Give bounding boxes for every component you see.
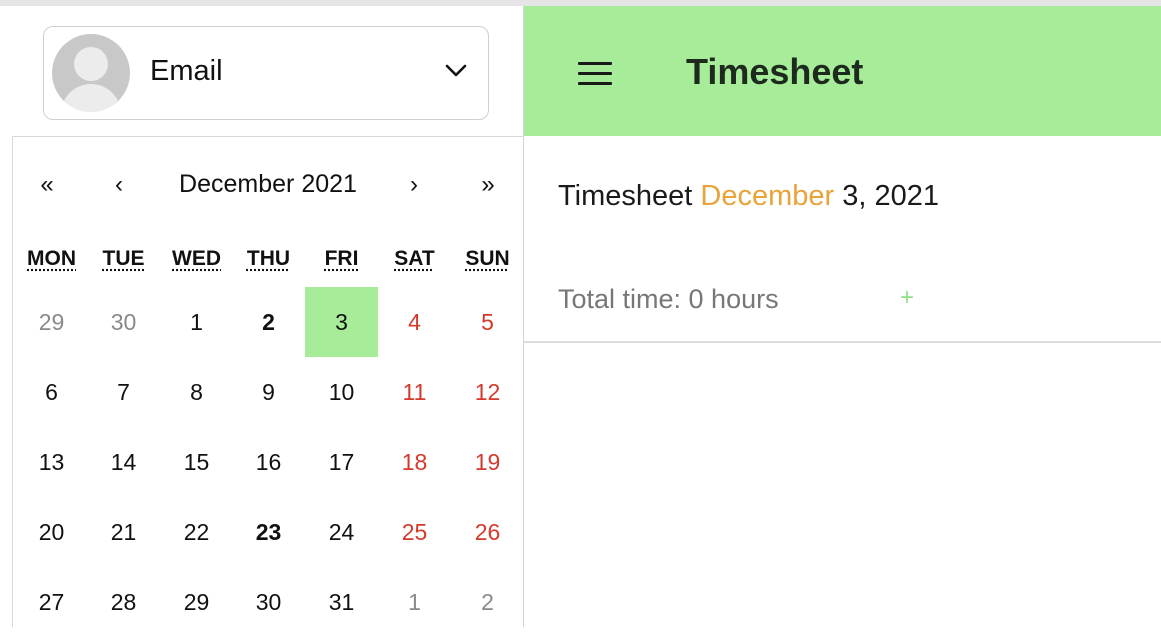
header-title: Timesheet bbox=[686, 51, 864, 92]
calendar-day-selected[interactable]: 3 bbox=[305, 287, 378, 357]
calendar-day[interactable]: 20 bbox=[15, 497, 88, 567]
content-title-rest: 3, 2021 bbox=[842, 180, 939, 212]
prev-year-button[interactable]: « bbox=[27, 171, 67, 199]
calendar-day[interactable]: 14 bbox=[87, 427, 160, 497]
calendar-day[interactable]: 26 bbox=[451, 497, 524, 567]
next-year-button[interactable]: » bbox=[468, 171, 508, 199]
calendar-day[interactable]: 16 bbox=[232, 427, 305, 497]
calendar-day[interactable]: 8 bbox=[160, 357, 233, 427]
weekday-label: FRI bbox=[324, 247, 359, 270]
calendar-day[interactable]: 4 bbox=[378, 287, 451, 357]
calendar-day[interactable]: 30 bbox=[87, 287, 160, 357]
calendar-day[interactable]: 15 bbox=[160, 427, 233, 497]
avatar-body bbox=[61, 84, 121, 112]
calendar-day[interactable]: 5 bbox=[451, 287, 524, 357]
calendar: « ‹ December 2021 › » MON TUE WED THU FRI SAT… bbox=[12, 137, 523, 627]
hamburger-icon[interactable] bbox=[578, 62, 612, 86]
avatar-head bbox=[74, 47, 108, 81]
weekday-thu: THU bbox=[232, 247, 305, 271]
weekday-label: SUN bbox=[465, 247, 510, 270]
total-time: Total time: 0 hours bbox=[558, 284, 779, 314]
calendar-day[interactable]: 23 bbox=[232, 497, 305, 567]
content-title-prefix: Timesheet bbox=[558, 180, 693, 212]
avatar bbox=[52, 34, 130, 112]
calendar-day[interactable]: 18 bbox=[378, 427, 451, 497]
calendar-day[interactable]: 12 bbox=[451, 357, 524, 427]
calendar-day[interactable]: 22 bbox=[160, 497, 233, 567]
calendar-day[interactable]: 9 bbox=[232, 357, 305, 427]
month-label[interactable]: December 2021 bbox=[143, 170, 393, 199]
calendar-day[interactable]: 29 bbox=[15, 287, 88, 357]
weekday-wed: WED bbox=[160, 247, 233, 271]
app-header: Timesheet bbox=[524, 6, 1161, 136]
calendar-day[interactable]: 21 bbox=[87, 497, 160, 567]
weekday-label: WED bbox=[172, 247, 221, 270]
calendar-day[interactable]: 13 bbox=[15, 427, 88, 497]
calendar-day[interactable]: 19 bbox=[451, 427, 524, 497]
calendar-day[interactable]: 17 bbox=[305, 427, 378, 497]
content-title-month: December bbox=[700, 180, 835, 212]
next-month-button[interactable]: › bbox=[394, 171, 434, 199]
account-label: Email bbox=[150, 55, 223, 87]
calendar-day[interactable]: 11 bbox=[378, 357, 451, 427]
weekday-label: THU bbox=[246, 247, 291, 270]
sidebar: Email « ‹ December 2021 › » MON TUE WED THU… bbox=[0, 6, 524, 627]
add-entry-button[interactable]: + bbox=[900, 284, 914, 312]
weekday-label: TUE bbox=[102, 247, 145, 270]
prev-month-button[interactable]: ‹ bbox=[99, 171, 139, 199]
weekday-label: MON bbox=[27, 247, 76, 270]
calendar-day[interactable]: 6 bbox=[15, 357, 88, 427]
weekday-mon: MON bbox=[15, 247, 88, 271]
weekday-label: SAT bbox=[394, 247, 435, 270]
weekday-sat: SAT bbox=[378, 247, 451, 271]
account-selector[interactable]: Email bbox=[43, 26, 489, 120]
weekday-fri: FRI bbox=[305, 247, 378, 271]
calendar-day[interactable]: 2 bbox=[232, 287, 305, 357]
calendar-day[interactable]: 24 bbox=[305, 497, 378, 567]
weekday-sun: SUN bbox=[451, 247, 524, 271]
calendar-day[interactable]: 25 bbox=[378, 497, 451, 567]
content-title: Timesheet December 3, 2021 bbox=[558, 180, 939, 213]
chevron-down-icon[interactable] bbox=[444, 59, 468, 83]
weekday-tue: TUE bbox=[87, 247, 160, 271]
calendar-day[interactable]: 1 bbox=[160, 287, 233, 357]
calendar-day[interactable]: 7 bbox=[87, 357, 160, 427]
content-divider bbox=[524, 341, 1161, 343]
calendar-day[interactable]: 10 bbox=[305, 357, 378, 427]
